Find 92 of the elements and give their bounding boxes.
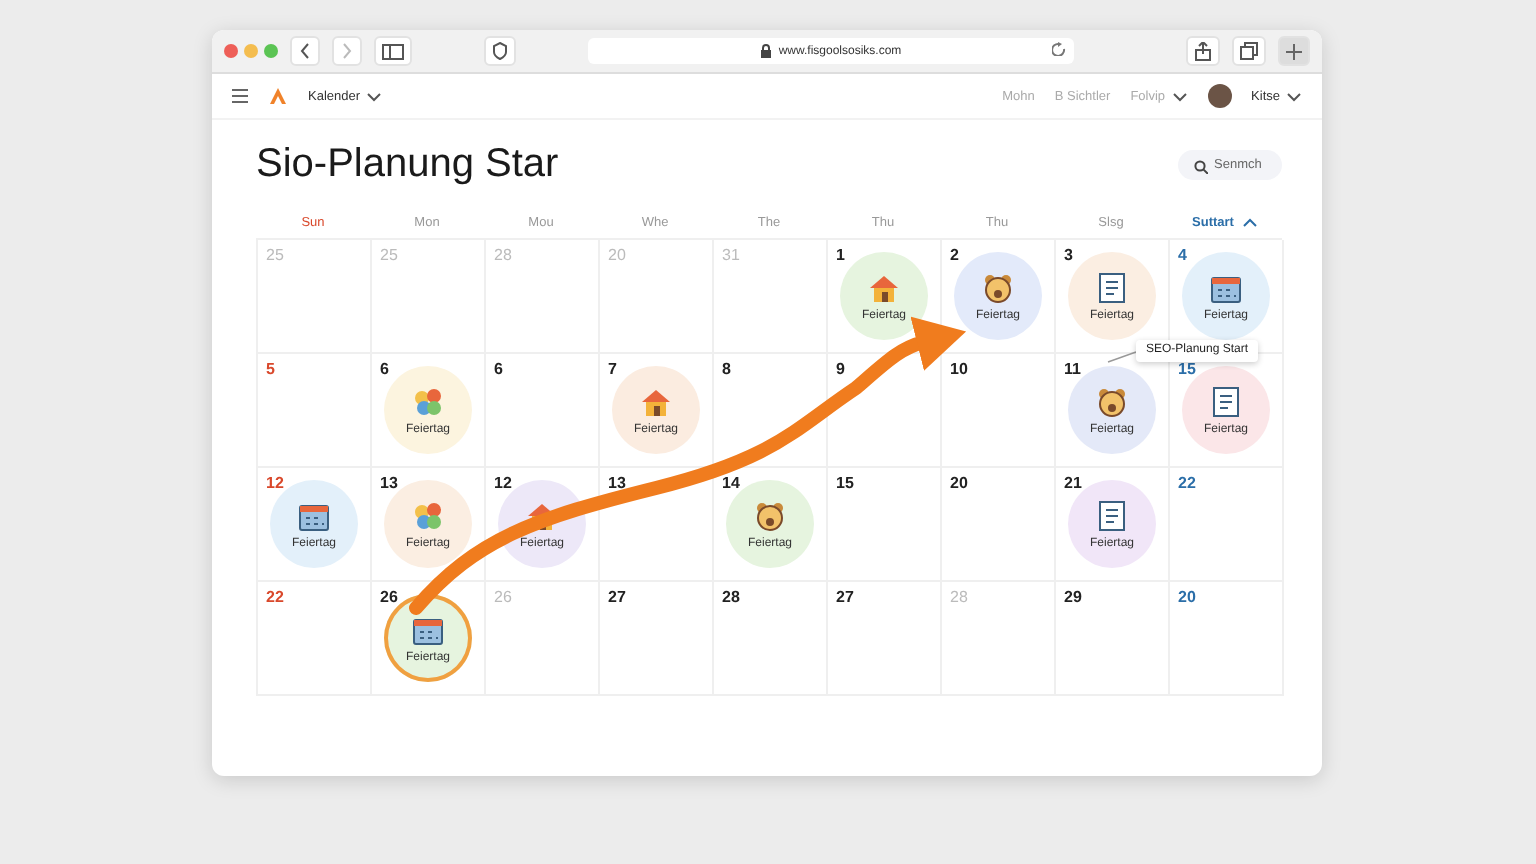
minimize-icon: [244, 44, 258, 58]
day-cell[interactable]: 22: [1170, 468, 1284, 582]
day-number: 12: [266, 474, 286, 492]
day-number: 20: [1178, 588, 1198, 606]
chevron-down-icon: [366, 89, 383, 103]
calendar-icon: [1210, 271, 1242, 303]
tabs-button[interactable]: [1232, 36, 1266, 66]
day-number: 26: [494, 588, 514, 606]
day-cell[interactable]: 8: [714, 354, 828, 468]
shield-icon: [492, 42, 508, 60]
balloons-icon: [412, 385, 444, 417]
day-number: 20: [608, 246, 628, 264]
day-cell[interactable]: 22: [258, 582, 372, 696]
leader-line: [1106, 348, 1138, 366]
day-number: 13: [608, 474, 628, 492]
day-number: 15: [1178, 360, 1198, 378]
chevron-up-icon: [1241, 216, 1258, 230]
day-number: 5: [266, 360, 277, 378]
day-cell[interactable]: 6: [486, 354, 600, 468]
reload-icon: [1052, 42, 1066, 56]
day-number: 3: [1064, 246, 1075, 264]
document-icon: [1096, 499, 1128, 531]
day-number: 6: [380, 360, 391, 378]
day-cell[interactable]: 27: [600, 582, 714, 696]
day-cell[interactable]: 5: [258, 354, 372, 468]
day-cell[interactable]: 29: [1056, 582, 1170, 696]
day-cell[interactable]: 13: [600, 468, 714, 582]
day-number: 25: [266, 246, 286, 264]
day-cell[interactable]: 20: [1170, 582, 1284, 696]
bear-icon: [982, 271, 1014, 303]
tabs-icon: [1240, 42, 1258, 60]
day-cell[interactable]: 9: [828, 354, 942, 468]
day-number: 28: [494, 246, 514, 264]
day-number: 22: [266, 588, 286, 606]
day-number: 9: [836, 360, 847, 378]
page-title: Sio-Planung Star: [256, 141, 559, 187]
day-number: 11: [1064, 360, 1083, 378]
plus-icon: [1286, 43, 1302, 59]
day-number: 22: [1178, 474, 1198, 492]
day-cell[interactable]: 28: [714, 582, 828, 696]
chevron-down-icon: [1286, 89, 1302, 103]
house-icon: [868, 271, 900, 303]
day-number: 29: [1064, 588, 1084, 606]
day-cell[interactable]: 10: [942, 354, 1056, 468]
calendar-icon: [298, 499, 330, 531]
day-number: 28: [950, 588, 970, 606]
house-icon: [640, 385, 672, 417]
day-number: 13: [380, 474, 400, 492]
back-button[interactable]: [290, 36, 320, 66]
sidebar-button[interactable]: [374, 36, 412, 66]
balloons-icon: [412, 499, 444, 531]
day-cell[interactable]: 27: [828, 582, 942, 696]
day-number: 27: [608, 588, 628, 606]
day-number: 2: [950, 246, 961, 264]
bear-icon: [1096, 385, 1128, 417]
day-number: 8: [722, 360, 733, 378]
document-icon: [1096, 271, 1128, 303]
new-tab-button[interactable]: [1278, 36, 1310, 66]
day-number: 20: [950, 474, 970, 492]
chevron-left-icon: [298, 42, 312, 60]
close-icon: [224, 44, 238, 58]
day-number: 1: [836, 246, 847, 264]
day-number: 7: [608, 360, 619, 378]
day-number: 25: [380, 246, 400, 264]
day-number: 15: [836, 474, 856, 492]
document-icon: [1210, 385, 1242, 417]
day-number: 21: [1064, 474, 1084, 492]
day-cell[interactable]: 20: [942, 468, 1056, 582]
share-button[interactable]: [1186, 36, 1220, 66]
share-icon: [1194, 41, 1212, 61]
maximize-icon: [264, 44, 278, 58]
chevron-right-icon: [340, 42, 354, 60]
search-icon: [1194, 159, 1208, 173]
day-number: 14: [722, 474, 742, 492]
day-number: 31: [722, 246, 742, 264]
day-number: 10: [950, 360, 970, 378]
day-cell[interactable]: 15: [828, 468, 942, 582]
bear-icon: [754, 499, 786, 531]
lock-icon: [760, 44, 773, 58]
day-number: 4: [1178, 246, 1189, 264]
day-number: 6: [494, 360, 505, 378]
day-number: 26: [380, 588, 400, 606]
avatar[interactable]: [1207, 84, 1232, 108]
day-number: 28: [722, 588, 742, 606]
logo-icon: [268, 86, 288, 106]
menu-icon: [232, 88, 248, 104]
calendar-icon: [412, 613, 444, 645]
chevron-down-icon: [1171, 89, 1188, 103]
shield-button[interactable]: [484, 36, 516, 66]
day-number: 12: [494, 474, 514, 492]
day-number: 27: [836, 588, 856, 606]
sidebar-icon: [382, 43, 404, 59]
